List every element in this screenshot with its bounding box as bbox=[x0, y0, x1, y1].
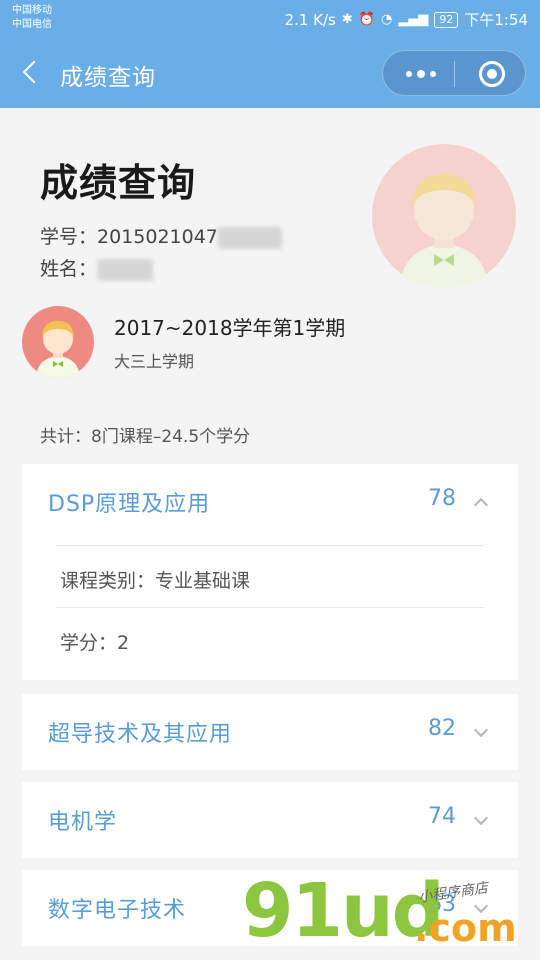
course-credit: 2 bbox=[117, 632, 130, 654]
profile-avatar bbox=[372, 144, 516, 288]
course-name: 数字电子技术 bbox=[48, 898, 187, 923]
more-options-button[interactable] bbox=[401, 60, 441, 88]
carrier-info: 中国移动 中国电信 bbox=[12, 4, 52, 32]
course-card-header[interactable]: 电机学 74 bbox=[22, 782, 518, 858]
page-title: 成绩查询 bbox=[40, 161, 197, 205]
course-card: 超导技术及其应用 82 bbox=[22, 694, 518, 770]
course-credit-label: 学分： bbox=[60, 632, 118, 654]
miniprogram-capsule bbox=[382, 50, 526, 96]
course-card-header[interactable]: 超导技术及其应用 82 bbox=[22, 694, 518, 770]
course-card-header[interactable]: DSP原理及应用 78 bbox=[22, 464, 518, 540]
course-name: DSP原理及应用 bbox=[48, 492, 211, 517]
status-indicators: 2.1 K/s ✱ ⏰ ◔ ▂▄▆ 92 下午1:54 bbox=[285, 9, 528, 30]
close-miniprogram-button[interactable] bbox=[479, 61, 505, 87]
page-content: 成绩查询 学号：2015021047 姓名： 2017~2018学年第1学期 大… bbox=[0, 108, 540, 960]
course-score: 82 bbox=[428, 716, 456, 741]
course-category-row: 课程类别：专业基础课 bbox=[60, 566, 250, 593]
back-button[interactable] bbox=[14, 54, 48, 92]
carrier-1: 中国移动 bbox=[12, 5, 52, 16]
course-card: DSP原理及应用 78 课程类别：专业基础课 学分：2 bbox=[22, 464, 518, 680]
navigation-bar: 成绩查询 bbox=[0, 38, 540, 108]
student-name-row: 姓名： bbox=[40, 254, 154, 281]
course-score: 74 bbox=[428, 804, 456, 829]
course-summary: 共计：8门课程–24.5个学分 bbox=[40, 427, 251, 447]
watermark-suffix: .com bbox=[414, 906, 517, 950]
chevron-down-icon bbox=[473, 810, 489, 826]
student-id-row: 学号：2015021047 bbox=[40, 222, 282, 249]
alarm-icon: ⏰ bbox=[358, 12, 375, 27]
detail-divider bbox=[56, 607, 484, 608]
status-bar: 中国移动 中国电信 2.1 K/s ✱ ⏰ ◔ ▂▄▆ 92 下午1:54 bbox=[0, 0, 540, 38]
detail-divider bbox=[56, 545, 484, 546]
course-name: 超导技术及其应用 bbox=[48, 722, 233, 747]
course-name: 电机学 bbox=[48, 810, 118, 835]
chevron-up-icon bbox=[473, 497, 489, 513]
redacted-name bbox=[97, 258, 154, 281]
carrier-2: 中国电信 bbox=[12, 19, 52, 30]
wifi-icon: ◔ bbox=[380, 12, 393, 27]
signal-icon: ▂▄▆ bbox=[398, 12, 429, 27]
term-title: 2017~2018学年第1学期 bbox=[114, 316, 346, 340]
chevron-down-icon bbox=[473, 722, 489, 738]
course-score: 78 bbox=[428, 486, 456, 511]
student-id-value: 2015021047 bbox=[97, 226, 218, 248]
watermark-brand: 91ud bbox=[242, 868, 445, 954]
course-category-label: 课程类别： bbox=[60, 570, 156, 592]
nav-title: 成绩查询 bbox=[60, 65, 156, 91]
student-name-label: 姓名： bbox=[40, 258, 98, 280]
course-card: 电机学 74 bbox=[22, 782, 518, 858]
watermark-logo: 91ud 小程序商店 .com bbox=[242, 868, 540, 960]
redacted-digits bbox=[217, 226, 282, 249]
battery-indicator: 92 bbox=[434, 11, 459, 28]
network-speed: 2.1 K/s bbox=[284, 10, 336, 29]
bluetooth-icon: ✱ bbox=[341, 12, 353, 27]
student-id-label: 学号： bbox=[40, 226, 98, 248]
clock: 下午1:54 bbox=[464, 11, 528, 29]
term-subtitle: 大三上学期 bbox=[114, 352, 195, 371]
course-credit-row: 学分：2 bbox=[60, 628, 129, 655]
capsule-divider bbox=[454, 61, 455, 87]
term-avatar bbox=[22, 306, 94, 378]
course-category: 专业基础课 bbox=[155, 570, 251, 592]
